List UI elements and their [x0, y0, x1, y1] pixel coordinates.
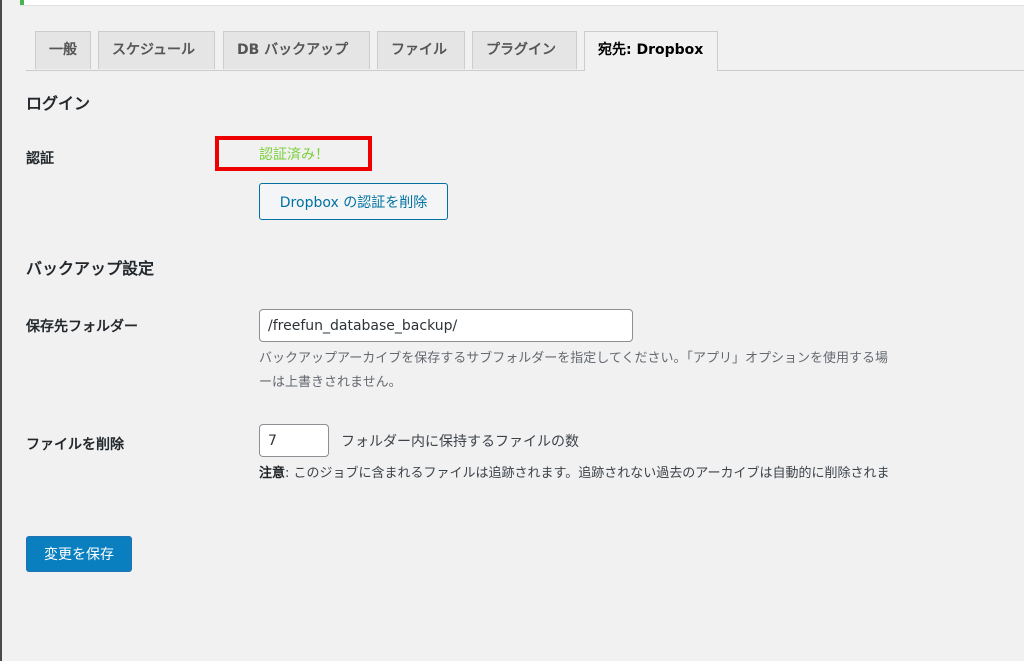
remove-dropbox-auth-button[interactable]: Dropbox の認証を削除	[259, 183, 448, 220]
max-files-suffix: フォルダー内に保持するファイルの数	[341, 434, 579, 450]
settings-page: 一般 スケジュール DB バックアップ ファイル プラグイン 宛先: Dropb…	[0, 0, 1024, 661]
max-files-input[interactable]	[259, 424, 329, 457]
backup-settings-title: バックアップ設定	[26, 259, 155, 278]
tab-plugins[interactable]: プラグイン	[472, 31, 577, 69]
delete-files-note: 注意: このジョブに含まれるファイルは追跡されます。追跡されない過去のアーカイブ…	[259, 462, 889, 481]
login-section-title: ログイン	[26, 94, 91, 113]
tab-general[interactable]: 一般	[35, 31, 91, 69]
tab-files[interactable]: ファイル	[377, 31, 465, 69]
destination-folder-label: 保存先フォルダー	[26, 319, 138, 335]
save-changes-button[interactable]: 変更を保存	[26, 536, 132, 572]
note-text: : このジョブに含まれるファイルは追跡されます。追跡されない過去のアーカイブは自…	[285, 466, 890, 481]
tab-bar: 一般 スケジュール DB バックアップ ファイル プラグイン 宛先: Dropb…	[26, 31, 1024, 71]
tab-destination-dropbox[interactable]: 宛先: Dropbox	[584, 31, 718, 71]
tab-db-backup[interactable]: DB バックアップ	[223, 31, 370, 69]
admin-notice-bar	[20, 0, 1024, 5]
delete-files-label: ファイルを削除	[26, 437, 124, 453]
destination-folder-input[interactable]	[259, 309, 633, 342]
auth-label: 認証	[26, 151, 54, 167]
auth-status-text: 認証済み！	[259, 147, 329, 163]
note-prefix: 注意	[259, 466, 286, 481]
folder-description-line2: ーは上書きされません。	[259, 375, 402, 390]
folder-description-line1: バックアップアーカイブを保存するサブフォルダーを指定してください。「アプリ」オプ…	[259, 351, 888, 366]
tab-schedule[interactable]: スケジュール	[98, 31, 215, 69]
